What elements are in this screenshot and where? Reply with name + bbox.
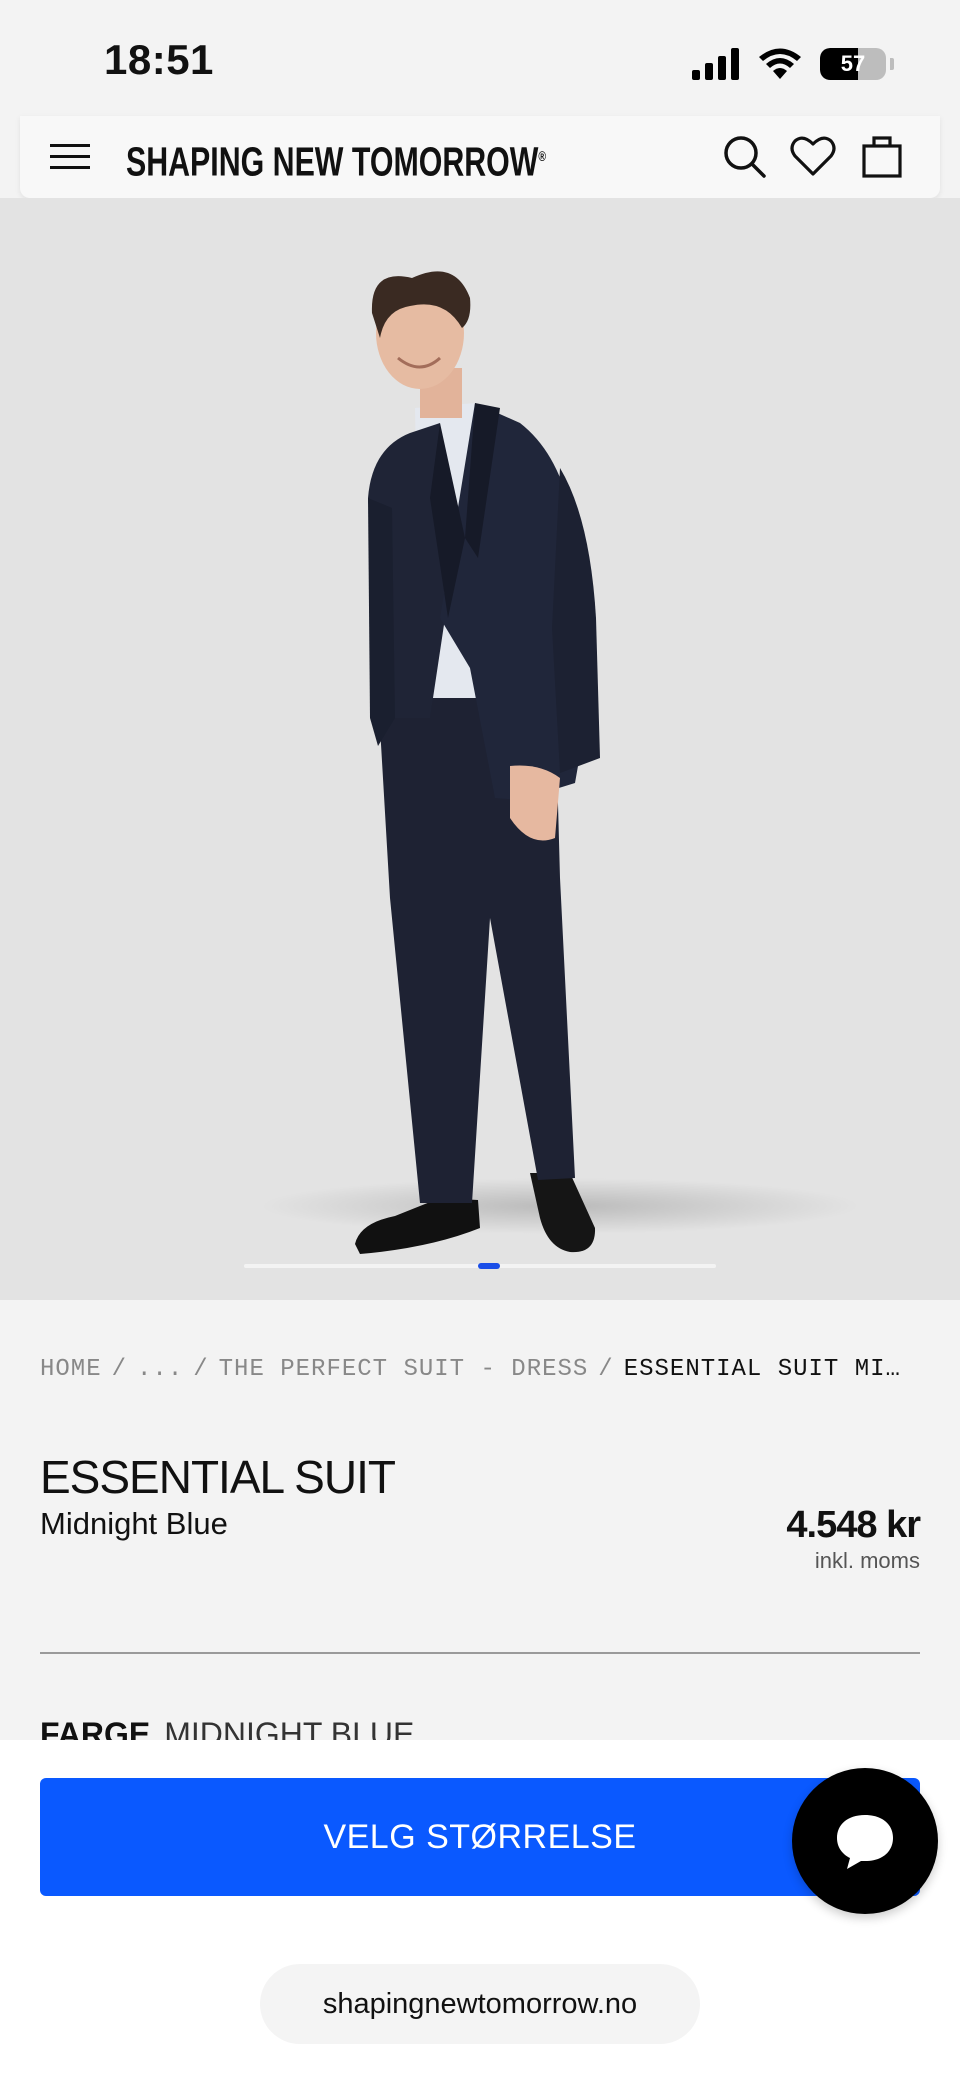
breadcrumb-home[interactable]: HOME (40, 1356, 102, 1383)
battery-tip (890, 58, 894, 70)
product-color-name: Midnight Blue (40, 1506, 228, 1541)
site-header: SHAPING NEW TOMORROW® (20, 116, 940, 198)
status-icons: 57 (692, 44, 894, 84)
carousel-indicator (244, 1263, 716, 1269)
menu-icon[interactable] (48, 134, 94, 180)
divider (40, 1652, 920, 1654)
breadcrumb-current: ESSENTIAL SUIT MI… (623, 1356, 901, 1383)
brand-mark: ® (538, 148, 547, 164)
brand-logo[interactable]: SHAPING NEW TOMORROW® (126, 126, 546, 192)
select-size-button[interactable]: VELG STØRRELSE (40, 1778, 920, 1896)
status-time: 18:51 (104, 36, 214, 83)
signal-icon (692, 48, 739, 80)
color-selector-row[interactable]: FARGE MIDNIGHT BLUE (40, 1716, 414, 1740)
battery-icon: 57 (820, 48, 886, 80)
battery-percent: 57 (840, 51, 866, 76)
product-title: ESSENTIAL SUIT (40, 1451, 396, 1503)
browser-url-bar[interactable]: shapingnewtomorrow.no (260, 1964, 700, 2044)
breadcrumb: HOME /... / THE PERFECT SUIT - DRESS / ESSENT… (40, 1356, 920, 1383)
bottom-action-bar: VELG STØRRELSE shapingnewtomorrow.no (0, 1740, 960, 2078)
color-value: MIDNIGHT BLUE (164, 1716, 415, 1740)
search-icon[interactable] (720, 132, 768, 180)
breadcrumb-category[interactable]: THE PERFECT SUIT - DRESS (219, 1356, 589, 1383)
wifi-icon (759, 48, 801, 79)
breadcrumb-separator: / (193, 1356, 209, 1383)
status-bar: 18:51 57 (0, 0, 960, 116)
carousel-active-dot (478, 1263, 500, 1269)
heart-icon[interactable] (789, 132, 837, 180)
bag-icon[interactable] (858, 132, 906, 180)
product-photo (260, 271, 860, 1254)
breadcrumb-ellipsis[interactable]: ... (137, 1356, 183, 1383)
brand-name: SHAPING NEW TOMORROW (126, 138, 539, 185)
price-vat-note: inkl. moms (814, 1548, 920, 1573)
product-image-carousel[interactable] (0, 198, 960, 1300)
breadcrumb-separator: / (111, 1356, 128, 1383)
chat-bubble-icon (837, 1815, 893, 1869)
chat-button[interactable] (792, 1768, 938, 1914)
url-text: shapingnewtomorrow.no (322, 1987, 638, 2020)
breadcrumb-separator: / (598, 1356, 614, 1383)
product-price: 4.548 kr (786, 1504, 921, 1546)
color-label: FARGE (40, 1716, 151, 1740)
